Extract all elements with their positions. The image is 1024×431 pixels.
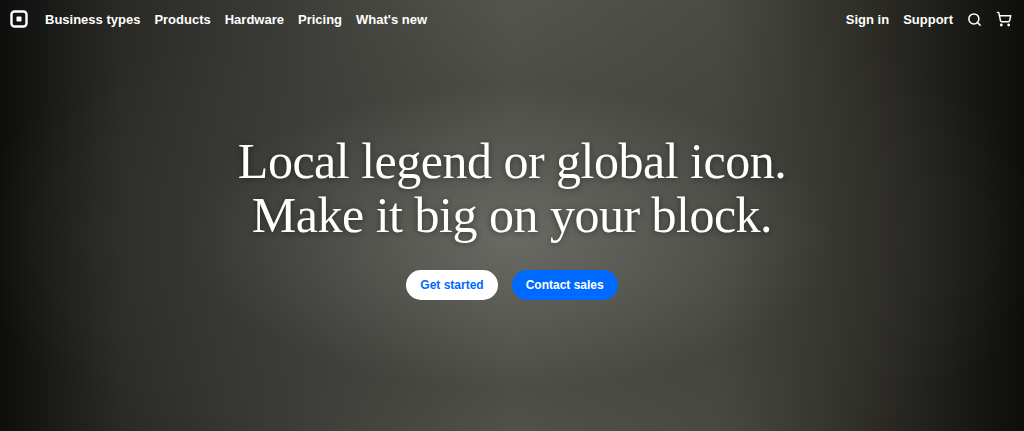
cart-button[interactable] [996, 11, 1012, 27]
nav-right-links: Sign in Support [846, 12, 953, 27]
search-button[interactable] [967, 12, 982, 27]
hero-buttons: Get started Contact sales [406, 270, 617, 300]
nav-link[interactable]: Products [154, 12, 210, 27]
nav-link[interactable]: Business types [45, 12, 140, 27]
hero-headline: Local legend or global icon.Make it big … [238, 134, 786, 242]
cart-icon [996, 11, 1012, 27]
search-icon [967, 12, 982, 27]
headline-line: Local legend or global icon. [238, 134, 786, 188]
square-logo-icon [10, 10, 28, 28]
get-started-button[interactable]: Get started [406, 270, 497, 300]
nav-link[interactable]: Hardware [225, 12, 284, 27]
top-nav: Business types Products Hardware Pricing Wha… [0, 0, 1024, 38]
nav-link[interactable]: What's new [356, 12, 427, 27]
nav-link[interactable]: Support [903, 12, 953, 27]
contact-sales-button[interactable]: Contact sales [512, 270, 618, 300]
page: Business types Products Hardware Pricing Wha… [0, 0, 1024, 431]
nav-link[interactable]: Pricing [298, 12, 342, 27]
nav-links: Business types Products Hardware Pricing Wha… [45, 12, 427, 27]
nav-link[interactable]: Sign in [846, 12, 889, 27]
hero: Local legend or global icon.Make it big … [0, 38, 1024, 431]
logo-link[interactable] [10, 10, 28, 28]
headline-line: Make it big on your block. [252, 188, 772, 242]
